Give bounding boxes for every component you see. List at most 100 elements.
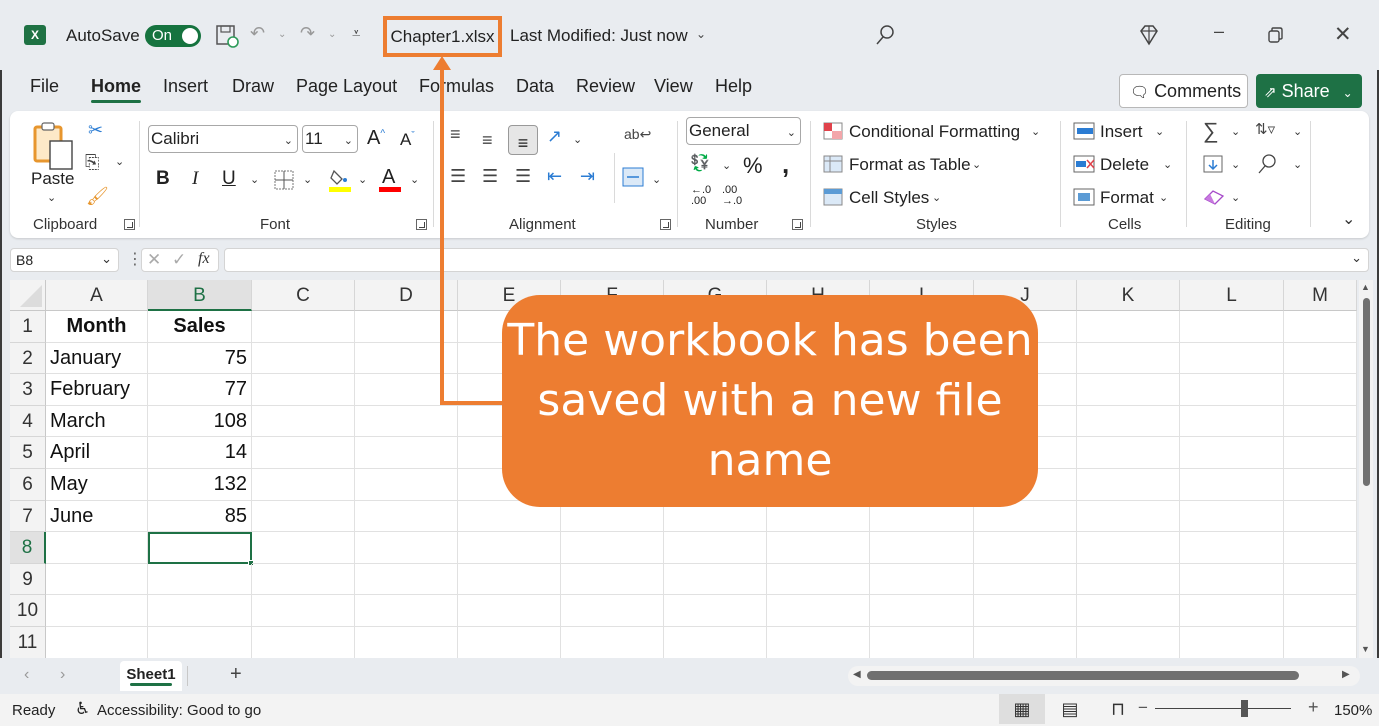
tab-view[interactable]: View: [654, 76, 693, 97]
undo-dropdown-icon[interactable]: ⌄: [278, 30, 286, 40]
cell-styles-icon[interactable]: [823, 188, 843, 206]
cell-k1[interactable]: [1077, 311, 1180, 343]
add-sheet-button[interactable]: +: [230, 663, 242, 686]
cell-c3[interactable]: [252, 374, 355, 406]
format-as-table-button[interactable]: Format as Table: [849, 155, 971, 175]
share-dropdown-icon[interactable]: ⌄: [1343, 86, 1353, 100]
cell-d8[interactable]: [355, 532, 458, 564]
cell-k3[interactable]: [1077, 374, 1180, 406]
tab-data[interactable]: Data: [516, 76, 554, 97]
cell-f11[interactable]: [561, 627, 664, 658]
column-header-l[interactable]: L: [1180, 280, 1284, 311]
row-header-4[interactable]: 4: [10, 405, 46, 438]
align-center-icon[interactable]: ☰: [482, 167, 498, 185]
cell-l2[interactable]: [1180, 342, 1284, 375]
cell-j8[interactable]: [974, 532, 1077, 564]
orientation-icon[interactable]: ↗: [547, 127, 562, 145]
format-painter-icon[interactable]: 🖌: [86, 187, 109, 205]
cell-d9[interactable]: [355, 563, 458, 596]
cell-l6[interactable]: [1180, 469, 1284, 501]
comma-style-button[interactable]: ,: [782, 149, 789, 180]
insert-function-icon[interactable]: fx: [198, 250, 210, 268]
cell-b4[interactable]: 108: [148, 405, 252, 438]
fill-color-dropdown-icon[interactable]: ⌄: [358, 173, 367, 186]
cell-h9[interactable]: [767, 563, 870, 596]
cell-k2[interactable]: [1077, 342, 1180, 375]
page-break-view-button[interactable]: ⊓: [1095, 694, 1141, 724]
cell-b7[interactable]: 85: [148, 500, 252, 533]
row-header-11[interactable]: 11: [10, 627, 46, 658]
cell-e11[interactable]: [458, 627, 561, 658]
column-header-c[interactable]: C: [252, 280, 355, 311]
merge-center-icon[interactable]: [622, 167, 644, 187]
font-color-icon[interactable]: A: [382, 166, 395, 189]
chevron-down-icon[interactable]: ⌄: [972, 158, 981, 171]
cell-c2[interactable]: [252, 342, 355, 375]
cell-d6[interactable]: [355, 469, 458, 501]
cell-l3[interactable]: [1180, 374, 1284, 406]
cell-m10[interactable]: [1284, 595, 1357, 627]
cell-b2[interactable]: 75: [148, 342, 252, 375]
alignment-launcher-icon[interactable]: [660, 219, 671, 230]
cell-m9[interactable]: [1284, 563, 1357, 596]
restore-icon[interactable]: [1267, 26, 1285, 44]
cell-l4[interactable]: [1180, 405, 1284, 438]
cut-icon[interactable]: ✂: [88, 121, 103, 139]
horizontal-scrollbar[interactable]: ◀ ▶: [848, 666, 1360, 686]
cell-l7[interactable]: [1180, 500, 1284, 533]
percent-style-button[interactable]: %: [743, 153, 763, 179]
cancel-entry-icon[interactable]: ✕: [147, 250, 161, 270]
column-header-k[interactable]: K: [1077, 280, 1180, 311]
search-icon[interactable]: [874, 24, 896, 46]
wrap-text-icon[interactable]: ab↩: [624, 127, 651, 141]
next-sheet-icon[interactable]: ›: [60, 666, 65, 684]
cell-a1[interactable]: Month: [46, 311, 148, 343]
cell-g8[interactable]: [664, 532, 767, 564]
insert-cells-button[interactable]: Insert: [1100, 122, 1143, 142]
zoom-level[interactable]: 150%: [1334, 702, 1372, 719]
cell-j10[interactable]: [974, 595, 1077, 627]
cell-styles-button[interactable]: Cell Styles: [849, 188, 929, 208]
zoom-slider-thumb[interactable]: [1241, 700, 1248, 717]
increase-font-size-icon[interactable]: A^: [367, 127, 385, 150]
cell-m7[interactable]: [1284, 500, 1357, 533]
conditional-formatting-button[interactable]: Conditional Formatting: [849, 122, 1020, 142]
cell-m1[interactable]: [1284, 311, 1357, 343]
cell-c6[interactable]: [252, 469, 355, 501]
decrease-decimal-button[interactable]: .00 →.0: [722, 185, 744, 207]
cell-a10[interactable]: [46, 595, 148, 627]
autosum-dropdown-icon[interactable]: ⌄: [1231, 125, 1240, 138]
cell-j11[interactable]: [974, 627, 1077, 658]
borders-dropdown-icon[interactable]: ⌄: [303, 173, 312, 186]
row-header-9[interactable]: 9: [10, 563, 46, 596]
increase-decimal-button[interactable]: ←.0 .00: [691, 185, 713, 207]
cell-j9[interactable]: [974, 563, 1077, 596]
delete-cells-icon[interactable]: [1073, 155, 1095, 173]
row-header-7[interactable]: 7: [10, 500, 46, 533]
cell-b5[interactable]: 14: [148, 437, 252, 469]
cell-k6[interactable]: [1077, 469, 1180, 501]
cell-a7[interactable]: June: [46, 500, 148, 533]
cell-c9[interactable]: [252, 563, 355, 596]
undo-icon[interactable]: ↶: [250, 24, 265, 42]
horizontal-scroll-thumb[interactable]: [867, 671, 1299, 680]
fill-icon[interactable]: [1203, 155, 1223, 173]
paste-icon[interactable]: [32, 121, 76, 171]
accounting-dropdown-icon[interactable]: ⌄: [722, 159, 731, 172]
cell-b6[interactable]: 132: [148, 469, 252, 501]
merge-dropdown-icon[interactable]: ⌄: [652, 173, 661, 186]
cell-c8[interactable]: [252, 532, 355, 564]
cell-a3[interactable]: February: [46, 374, 148, 406]
zoom-in-button[interactable]: +: [1308, 697, 1319, 718]
format-cells-icon[interactable]: [1073, 188, 1095, 206]
collapse-ribbon-icon[interactable]: ⌄: [1342, 209, 1355, 229]
tab-home[interactable]: Home: [91, 76, 142, 103]
page-layout-view-button[interactable]: ▤: [1047, 694, 1093, 724]
chevron-down-icon[interactable]: ⌄: [1163, 158, 1172, 171]
cell-a6[interactable]: May: [46, 469, 148, 501]
customize-toolbar-icon[interactable]: ⩡: [352, 26, 360, 41]
cell-f9[interactable]: [561, 563, 664, 596]
autosum-icon[interactable]: ∑: [1203, 120, 1219, 142]
scroll-up-icon[interactable]: ▲: [1361, 282, 1370, 292]
minimize-icon[interactable]: –: [1214, 22, 1224, 40]
